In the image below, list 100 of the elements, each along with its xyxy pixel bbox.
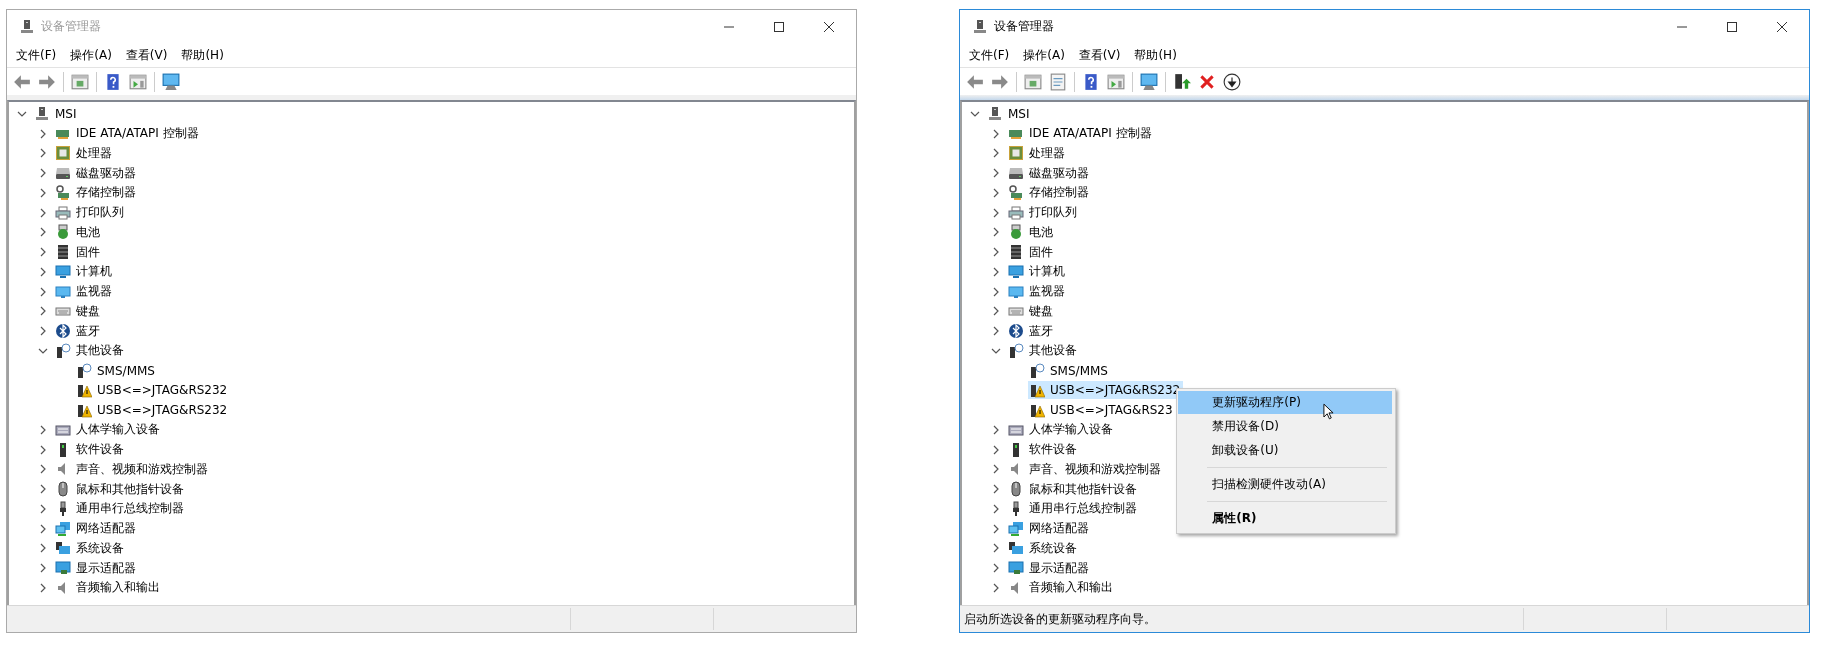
- collapsed-chevron-icon[interactable]: [38, 484, 48, 495]
- menu-bar-item[interactable]: 帮助(H): [174, 44, 231, 66]
- tree-item[interactable]: USB<=>JTAG&RS232: [1028, 381, 1184, 400]
- collapsed-chevron-icon[interactable]: [991, 484, 1001, 495]
- monitor-icon[interactable]: [162, 72, 180, 91]
- menu-item[interactable]: 禁用设备(D): [1178, 415, 1393, 439]
- menu-item[interactable]: 更新驱动程序(P): [1178, 391, 1393, 415]
- collapsed-chevron-icon[interactable]: [38, 266, 48, 277]
- menu-item[interactable]: 卸载设备(U): [1178, 439, 1393, 463]
- collapsed-chevron-icon[interactable]: [38, 563, 48, 574]
- menu-bar-item[interactable]: 文件(F): [9, 44, 64, 66]
- tree-item[interactable]: 监视器: [54, 282, 115, 302]
- menu-bar-item[interactable]: 操作(A): [1016, 44, 1072, 66]
- collapsed-chevron-icon[interactable]: [38, 326, 48, 337]
- tree-item[interactable]: 电池: [1007, 222, 1056, 242]
- tree-item[interactable]: 键盘: [54, 301, 103, 321]
- collapsed-chevron-icon[interactable]: [38, 543, 48, 554]
- tree-item[interactable]: 键盘: [1007, 301, 1056, 321]
- tree-item[interactable]: USB<=>JTAG&RS23: [1028, 401, 1176, 420]
- tree-item[interactable]: 音频输入和输出: [1007, 578, 1116, 598]
- tree-item[interactable]: 声音、视频和游戏控制器: [54, 459, 211, 479]
- tree-item[interactable]: 固件: [54, 242, 103, 262]
- collapsed-chevron-icon[interactable]: [38, 424, 48, 435]
- tree-item[interactable]: 软件设备: [1007, 440, 1080, 460]
- collapsed-chevron-icon[interactable]: [991, 148, 1001, 159]
- tree-item[interactable]: 存储控制器: [54, 183, 139, 203]
- tree-item[interactable]: 网络适配器: [1007, 519, 1092, 539]
- collapsed-chevron-icon[interactable]: [991, 286, 1001, 297]
- tree-item[interactable]: 计算机: [1007, 262, 1068, 282]
- tree-item[interactable]: 蓝牙: [54, 321, 103, 341]
- down-arrow-circle-icon[interactable]: [1223, 72, 1241, 91]
- tree-item[interactable]: 人体学输入设备: [1007, 420, 1116, 440]
- tree-item[interactable]: 鼠标和其他指针设备: [54, 479, 187, 499]
- collapsed-chevron-icon[interactable]: [38, 227, 48, 238]
- collapsed-chevron-icon[interactable]: [38, 207, 48, 218]
- device-arrow-icon[interactable]: [1173, 72, 1191, 91]
- tree-item[interactable]: 电池: [54, 222, 103, 242]
- collapsed-chevron-icon[interactable]: [38, 503, 48, 514]
- collapsed-chevron-icon[interactable]: [38, 128, 48, 139]
- collapsed-chevron-icon[interactable]: [991, 187, 1001, 198]
- collapsed-chevron-icon[interactable]: [38, 168, 48, 179]
- tree-item[interactable]: 监视器: [1007, 282, 1068, 302]
- tree-item[interactable]: 磁盘驱动器: [54, 163, 139, 183]
- tree-item[interactable]: 人体学输入设备: [54, 420, 163, 440]
- menu-item[interactable]: 属性(R): [1178, 507, 1393, 531]
- collapsed-chevron-icon[interactable]: [38, 444, 48, 455]
- menu-bar-item[interactable]: 操作(A): [63, 44, 119, 66]
- collapsed-chevron-icon[interactable]: [38, 582, 48, 593]
- collapsed-chevron-icon[interactable]: [38, 523, 48, 534]
- tree-item[interactable]: 系统设备: [54, 538, 127, 558]
- tree-item[interactable]: 固件: [1007, 242, 1056, 262]
- collapsed-chevron-icon[interactable]: [38, 286, 48, 297]
- tree-item[interactable]: SMS/MMS: [1028, 361, 1111, 380]
- collapsed-chevron-icon[interactable]: [991, 503, 1001, 514]
- collapsed-chevron-icon[interactable]: [991, 306, 1001, 317]
- monitor-icon[interactable]: [1140, 72, 1158, 91]
- collapsed-chevron-icon[interactable]: [991, 424, 1001, 435]
- tree-item[interactable]: MSI: [33, 104, 80, 123]
- tree-item[interactable]: MSI: [986, 104, 1033, 123]
- collapsed-chevron-icon[interactable]: [38, 148, 48, 159]
- tree-item[interactable]: SMS/MMS: [75, 361, 158, 380]
- tree-item[interactable]: 处理器: [54, 143, 115, 163]
- tree-item[interactable]: 显示适配器: [1007, 558, 1092, 578]
- tree-item[interactable]: 计算机: [54, 262, 115, 282]
- collapsed-chevron-icon[interactable]: [991, 464, 1001, 475]
- window-pane-icon[interactable]: [71, 72, 89, 91]
- tree-item[interactable]: 处理器: [1007, 143, 1068, 163]
- collapsed-chevron-icon[interactable]: [991, 266, 1001, 277]
- tree-item[interactable]: 其他设备: [54, 341, 127, 361]
- tree-item[interactable]: 系统设备: [1007, 538, 1080, 558]
- window-pane-icon[interactable]: [129, 72, 147, 91]
- collapsed-chevron-icon[interactable]: [38, 247, 48, 258]
- tree-item[interactable]: 其他设备: [1007, 341, 1080, 361]
- window-pane-icon[interactable]: [1107, 72, 1125, 91]
- collapsed-chevron-icon[interactable]: [991, 247, 1001, 258]
- tree-item[interactable]: 音频输入和输出: [54, 578, 163, 598]
- collapsed-chevron-icon[interactable]: [38, 306, 48, 317]
- collapsed-chevron-icon[interactable]: [38, 187, 48, 198]
- tree-item[interactable]: 磁盘驱动器: [1007, 163, 1092, 183]
- tree-item[interactable]: 鼠标和其他指针设备: [1007, 479, 1140, 499]
- collapsed-chevron-icon[interactable]: [991, 227, 1001, 238]
- help-icon[interactable]: [104, 72, 122, 91]
- tree-item[interactable]: 打印队列: [54, 203, 127, 223]
- tree-item[interactable]: 存储控制器: [1007, 183, 1092, 203]
- tree-item[interactable]: IDE ATA/ATAPI 控制器: [1007, 124, 1155, 144]
- tree-item[interactable]: 打印队列: [1007, 203, 1080, 223]
- document-icon[interactable]: [1049, 72, 1067, 91]
- tree-item[interactable]: USB<=>JTAG&RS232: [75, 401, 231, 420]
- tree-item[interactable]: 显示适配器: [54, 558, 139, 578]
- collapsed-chevron-icon[interactable]: [38, 464, 48, 475]
- tree-item[interactable]: 通用串行总线控制器: [54, 499, 187, 519]
- x-mark-icon[interactable]: [1198, 72, 1216, 91]
- menu-bar-item[interactable]: 查看(V): [118, 44, 175, 66]
- window-pane-icon[interactable]: [1024, 72, 1042, 91]
- tree-item[interactable]: 网络适配器: [54, 519, 139, 539]
- collapsed-chevron-icon[interactable]: [991, 543, 1001, 554]
- collapsed-chevron-icon[interactable]: [991, 128, 1001, 139]
- collapsed-chevron-icon[interactable]: [991, 168, 1001, 179]
- collapsed-chevron-icon[interactable]: [991, 444, 1001, 455]
- tree-item[interactable]: USB<=>JTAG&RS232: [75, 381, 231, 400]
